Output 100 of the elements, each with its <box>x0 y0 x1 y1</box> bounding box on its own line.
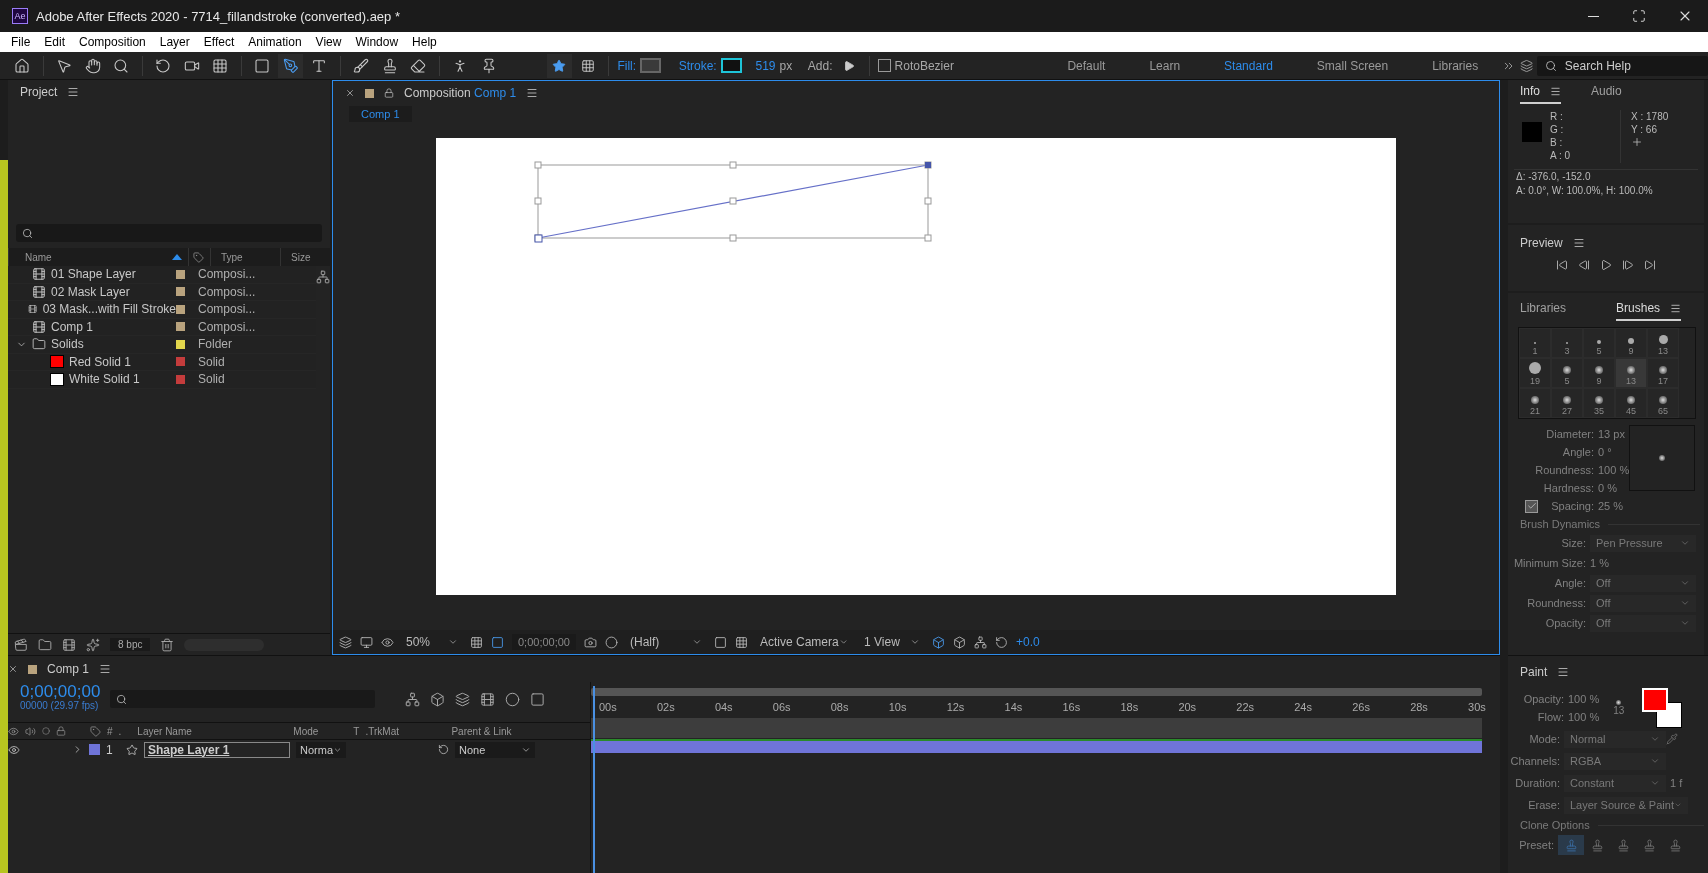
close-icon[interactable] <box>345 88 355 98</box>
panel-tab[interactable]: Info <box>1520 80 1561 104</box>
brush-tip[interactable]: 27 <box>1551 388 1583 418</box>
menu-item[interactable]: View <box>308 35 349 49</box>
audio-switch-icon <box>25 725 36 737</box>
soft-brush-dot <box>1595 366 1603 374</box>
panel-menu-icon[interactable] <box>526 87 539 99</box>
brush-tip[interactable]: 19 <box>1519 358 1551 388</box>
brush-tip[interactable]: 45 <box>1615 388 1647 418</box>
panel-tab[interactable]: Brushes <box>1616 297 1682 321</box>
first-frame-icon[interactable] <box>1556 259 1568 271</box>
camera-dropdown[interactable]: Active Camera <box>756 635 852 649</box>
flowchart-icon[interactable] <box>974 635 987 649</box>
workspace-tab[interactable]: Learn <box>1129 58 1201 73</box>
spacing-checkbox[interactable] <box>1525 499 1538 513</box>
view-layout-dropdown[interactable]: 1 View <box>860 635 924 649</box>
bit-depth-button[interactable]: 8 bpc <box>110 638 151 651</box>
workspace-settings-icon[interactable] <box>1519 58 1533 73</box>
panel-menu-icon <box>1550 85 1561 97</box>
panel-menu-icon[interactable] <box>1572 237 1585 249</box>
close-icon[interactable] <box>8 664 18 674</box>
menu-item[interactable]: Composition <box>72 35 153 49</box>
panel-tab[interactable]: Audio <box>1591 80 1622 104</box>
panel-menu-icon[interactable] <box>1557 666 1570 678</box>
menu-item[interactable]: Edit <box>37 35 73 49</box>
layer-name-field[interactable]: Shape Layer 1 <box>144 741 290 758</box>
snapshot-icon[interactable] <box>584 635 597 649</box>
hard-brush-dot <box>1628 338 1634 344</box>
layer-search-field[interactable] <box>110 690 376 708</box>
fill-swatch[interactable] <box>640 58 662 73</box>
caret-icon <box>1650 734 1660 744</box>
workspace-tab[interactable]: Libraries <box>1412 58 1499 73</box>
panel-menu-icon[interactable] <box>67 86 80 98</box>
3d-icon[interactable] <box>953 635 966 649</box>
panel-menu-icon[interactable] <box>99 663 112 675</box>
current-time-field[interactable]: 0;00;00;00 <box>512 634 576 650</box>
brush-tip[interactable]: 21 <box>1519 388 1551 418</box>
brush-tip[interactable]: 13 <box>1615 358 1647 388</box>
new-folder-icon[interactable] <box>38 637 52 652</box>
search-field[interactable]: Search Help <box>1536 55 1708 76</box>
menu-item[interactable]: Help <box>405 35 444 49</box>
brush-tip[interactable]: 9 <box>1583 358 1615 388</box>
zoom-dropdown[interactable]: 50% <box>402 635 462 649</box>
composition-flowchart-icon[interactable] <box>405 691 421 707</box>
brush-tip[interactable]: 5 <box>1551 358 1583 388</box>
lock-icon[interactable] <box>384 88 394 98</box>
rotobezier-checkbox[interactable] <box>878 59 891 72</box>
menu-item[interactable]: Animation <box>241 35 309 49</box>
resolution-dropdown[interactable]: (Half) <box>626 635 706 649</box>
comp-breadcrumb-tab[interactable]: Comp 1 <box>349 106 412 122</box>
video-switch-icon <box>8 725 19 737</box>
menu-item[interactable]: Layer <box>152 35 197 49</box>
mode-dropdown[interactable]: Norma <box>296 741 346 758</box>
pen-tool-button[interactable] <box>278 53 304 78</box>
menu-item[interactable]: Effect <box>196 35 242 49</box>
column-header[interactable]: Name <box>25 251 52 263</box>
cube-icon[interactable] <box>932 635 945 649</box>
column-header[interactable]: Size <box>291 251 311 263</box>
eraser-tool-icon <box>410 57 427 74</box>
workspace-tab[interactable]: Default <box>1047 58 1126 73</box>
brush-tip[interactable]: 1 <box>1519 328 1551 358</box>
setting-value: 100 % <box>1568 711 1600 723</box>
time-ruler-label: 00s <box>599 701 617 713</box>
next-frame-icon[interactable] <box>1622 259 1634 271</box>
exposure-value[interactable]: +0.0 <box>1016 635 1040 649</box>
transparency-grid-icon[interactable] <box>735 635 748 649</box>
grid-icon[interactable] <box>470 635 483 649</box>
soft-brush-dot <box>1627 366 1635 374</box>
stroke-swatch[interactable] <box>720 58 742 73</box>
column-header[interactable]: Type <box>221 251 243 263</box>
play-icon[interactable] <box>1600 259 1612 271</box>
stroke-width-value[interactable]: 519 <box>755 58 776 73</box>
brush-tip[interactable]: 35 <box>1583 388 1615 418</box>
time-ruler-label: 10s <box>888 701 907 713</box>
visibility-icon[interactable] <box>8 743 20 756</box>
delete-icon[interactable] <box>160 637 175 652</box>
current-time-display[interactable]: 0;00;00;00 <box>20 685 101 699</box>
flowchart-icon[interactable] <box>316 270 330 284</box>
brush-tip[interactable]: 5 <box>1583 328 1615 358</box>
time-ruler-label: 22s <box>1236 701 1255 713</box>
project-search-field[interactable] <box>16 224 322 242</box>
menu-item[interactable]: File <box>4 35 38 49</box>
brush-tip[interactable]: 65 <box>1647 388 1679 418</box>
menu-item[interactable]: Window <box>348 35 406 49</box>
monitor-icon[interactable] <box>360 635 373 649</box>
brush-tip[interactable]: 3 <box>1551 328 1583 358</box>
parent-dropdown[interactable]: None <box>455 741 535 758</box>
panel-tab[interactable]: Libraries <box>1520 297 1567 321</box>
star-button[interactable] <box>547 53 572 78</box>
brush-tip[interactable]: 17 <box>1647 358 1679 388</box>
workspace-tab[interactable]: Small Screen <box>1296 58 1409 73</box>
workspace-tab[interactable]: Standard <box>1204 58 1293 73</box>
rotobezier-label: RotoBezier <box>894 58 954 73</box>
brush-tip[interactable]: 9 <box>1615 328 1647 358</box>
previous-frame-icon[interactable] <box>1578 259 1590 271</box>
item-name: 01 Shape Layer <box>51 267 136 282</box>
last-frame-icon[interactable] <box>1644 259 1656 271</box>
color-swatches[interactable] <box>1642 688 1683 728</box>
brush-tip[interactable]: 13 <box>1647 328 1679 358</box>
search-icon <box>116 693 128 705</box>
